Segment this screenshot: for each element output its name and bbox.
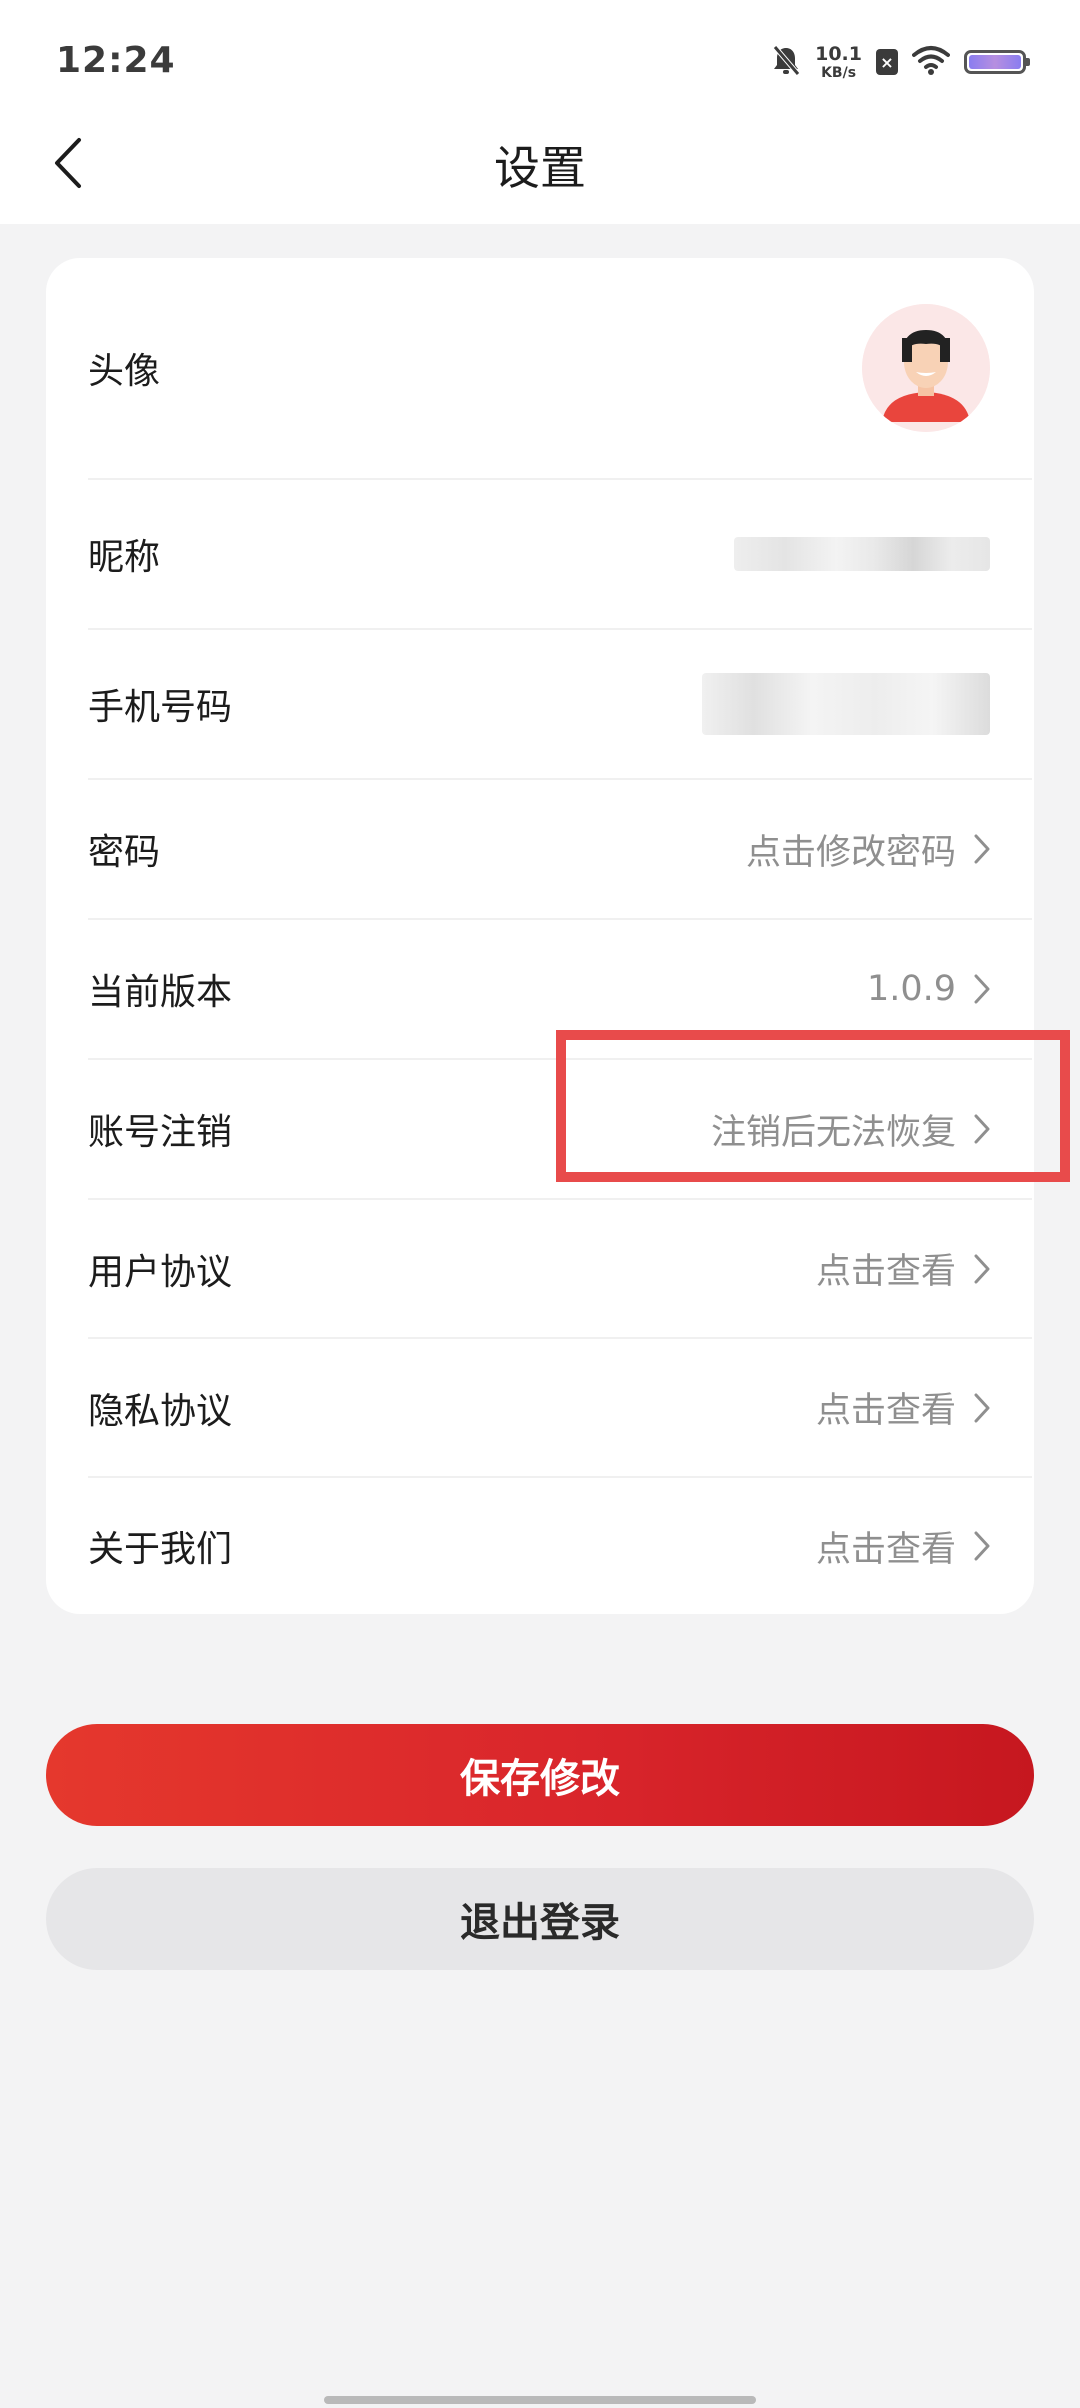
chevron-right-icon <box>974 834 990 864</box>
page-title: 设置 <box>494 141 586 195</box>
network-speed-unit: KB/s <box>821 64 857 81</box>
settings-row-user-agreement[interactable]: 用户协议 点击查看 <box>88 1200 1032 1339</box>
chevron-right-icon <box>974 1393 990 1422</box>
avatar-label: 头像 <box>88 351 161 392</box>
mute-bell-icon <box>771 44 801 80</box>
password-value: 点击修改密码 <box>745 832 956 873</box>
status-time: 12:24 <box>56 40 176 81</box>
phone-value-redacted <box>702 673 990 735</box>
user-agreement-value: 点击查看 <box>815 1252 956 1292</box>
avatar[interactable] <box>862 304 990 432</box>
wifi-icon <box>912 45 950 79</box>
battery-icon <box>964 50 1030 74</box>
avatar-image <box>862 304 990 432</box>
home-indicator[interactable] <box>324 2396 756 2404</box>
privacy-value: 点击查看 <box>815 1391 956 1431</box>
user-agreement-label: 用户协议 <box>88 1251 233 1293</box>
top-bar: 12:24 10.1 KB/s × 设置 <box>0 0 1080 224</box>
settings-row-about[interactable]: 关于我们 点击查看 <box>88 1478 1032 1614</box>
settings-row-phone[interactable]: 手机号码 <box>88 630 1032 780</box>
settings-row-privacy[interactable]: 隐私协议 点击查看 <box>88 1339 1032 1478</box>
status-icons: 10.1 KB/s × <box>771 40 1030 84</box>
logout-button[interactable]: 退出登录 <box>46 1868 1034 1970</box>
about-value: 点击查看 <box>815 1529 956 1570</box>
chevron-right-icon <box>974 974 990 1004</box>
settings-row-password[interactable]: 密码 点击修改密码 <box>88 780 1032 920</box>
network-speed-value: 10.1 <box>815 42 862 65</box>
privacy-label: 隐私协议 <box>88 1390 233 1432</box>
version-value: 1.0.9 <box>866 969 956 1009</box>
save-button[interactable]: 保存修改 <box>46 1724 1034 1826</box>
chevron-right-icon <box>974 1254 990 1283</box>
settings-row-nickname[interactable]: 昵称 <box>88 480 1032 630</box>
settings-row-avatar[interactable]: 头像 <box>88 258 1032 480</box>
chevron-right-icon <box>974 1531 990 1561</box>
highlight-annotation-box <box>556 1030 1070 1182</box>
version-label: 当前版本 <box>88 972 233 1013</box>
settings-card: 头像 昵称 手机号码 密码 点击修改密码 当前版本 1.0.9 账号注销 注销后… <box>46 258 1034 1614</box>
nickname-value-redacted <box>734 537 990 571</box>
network-speed: 10.1 KB/s <box>815 42 862 81</box>
phone-label: 手机号码 <box>88 687 233 728</box>
password-label: 密码 <box>88 832 161 873</box>
about-label: 关于我们 <box>88 1529 233 1570</box>
sim-icon: × <box>876 49 898 75</box>
nickname-label: 昵称 <box>88 537 161 578</box>
